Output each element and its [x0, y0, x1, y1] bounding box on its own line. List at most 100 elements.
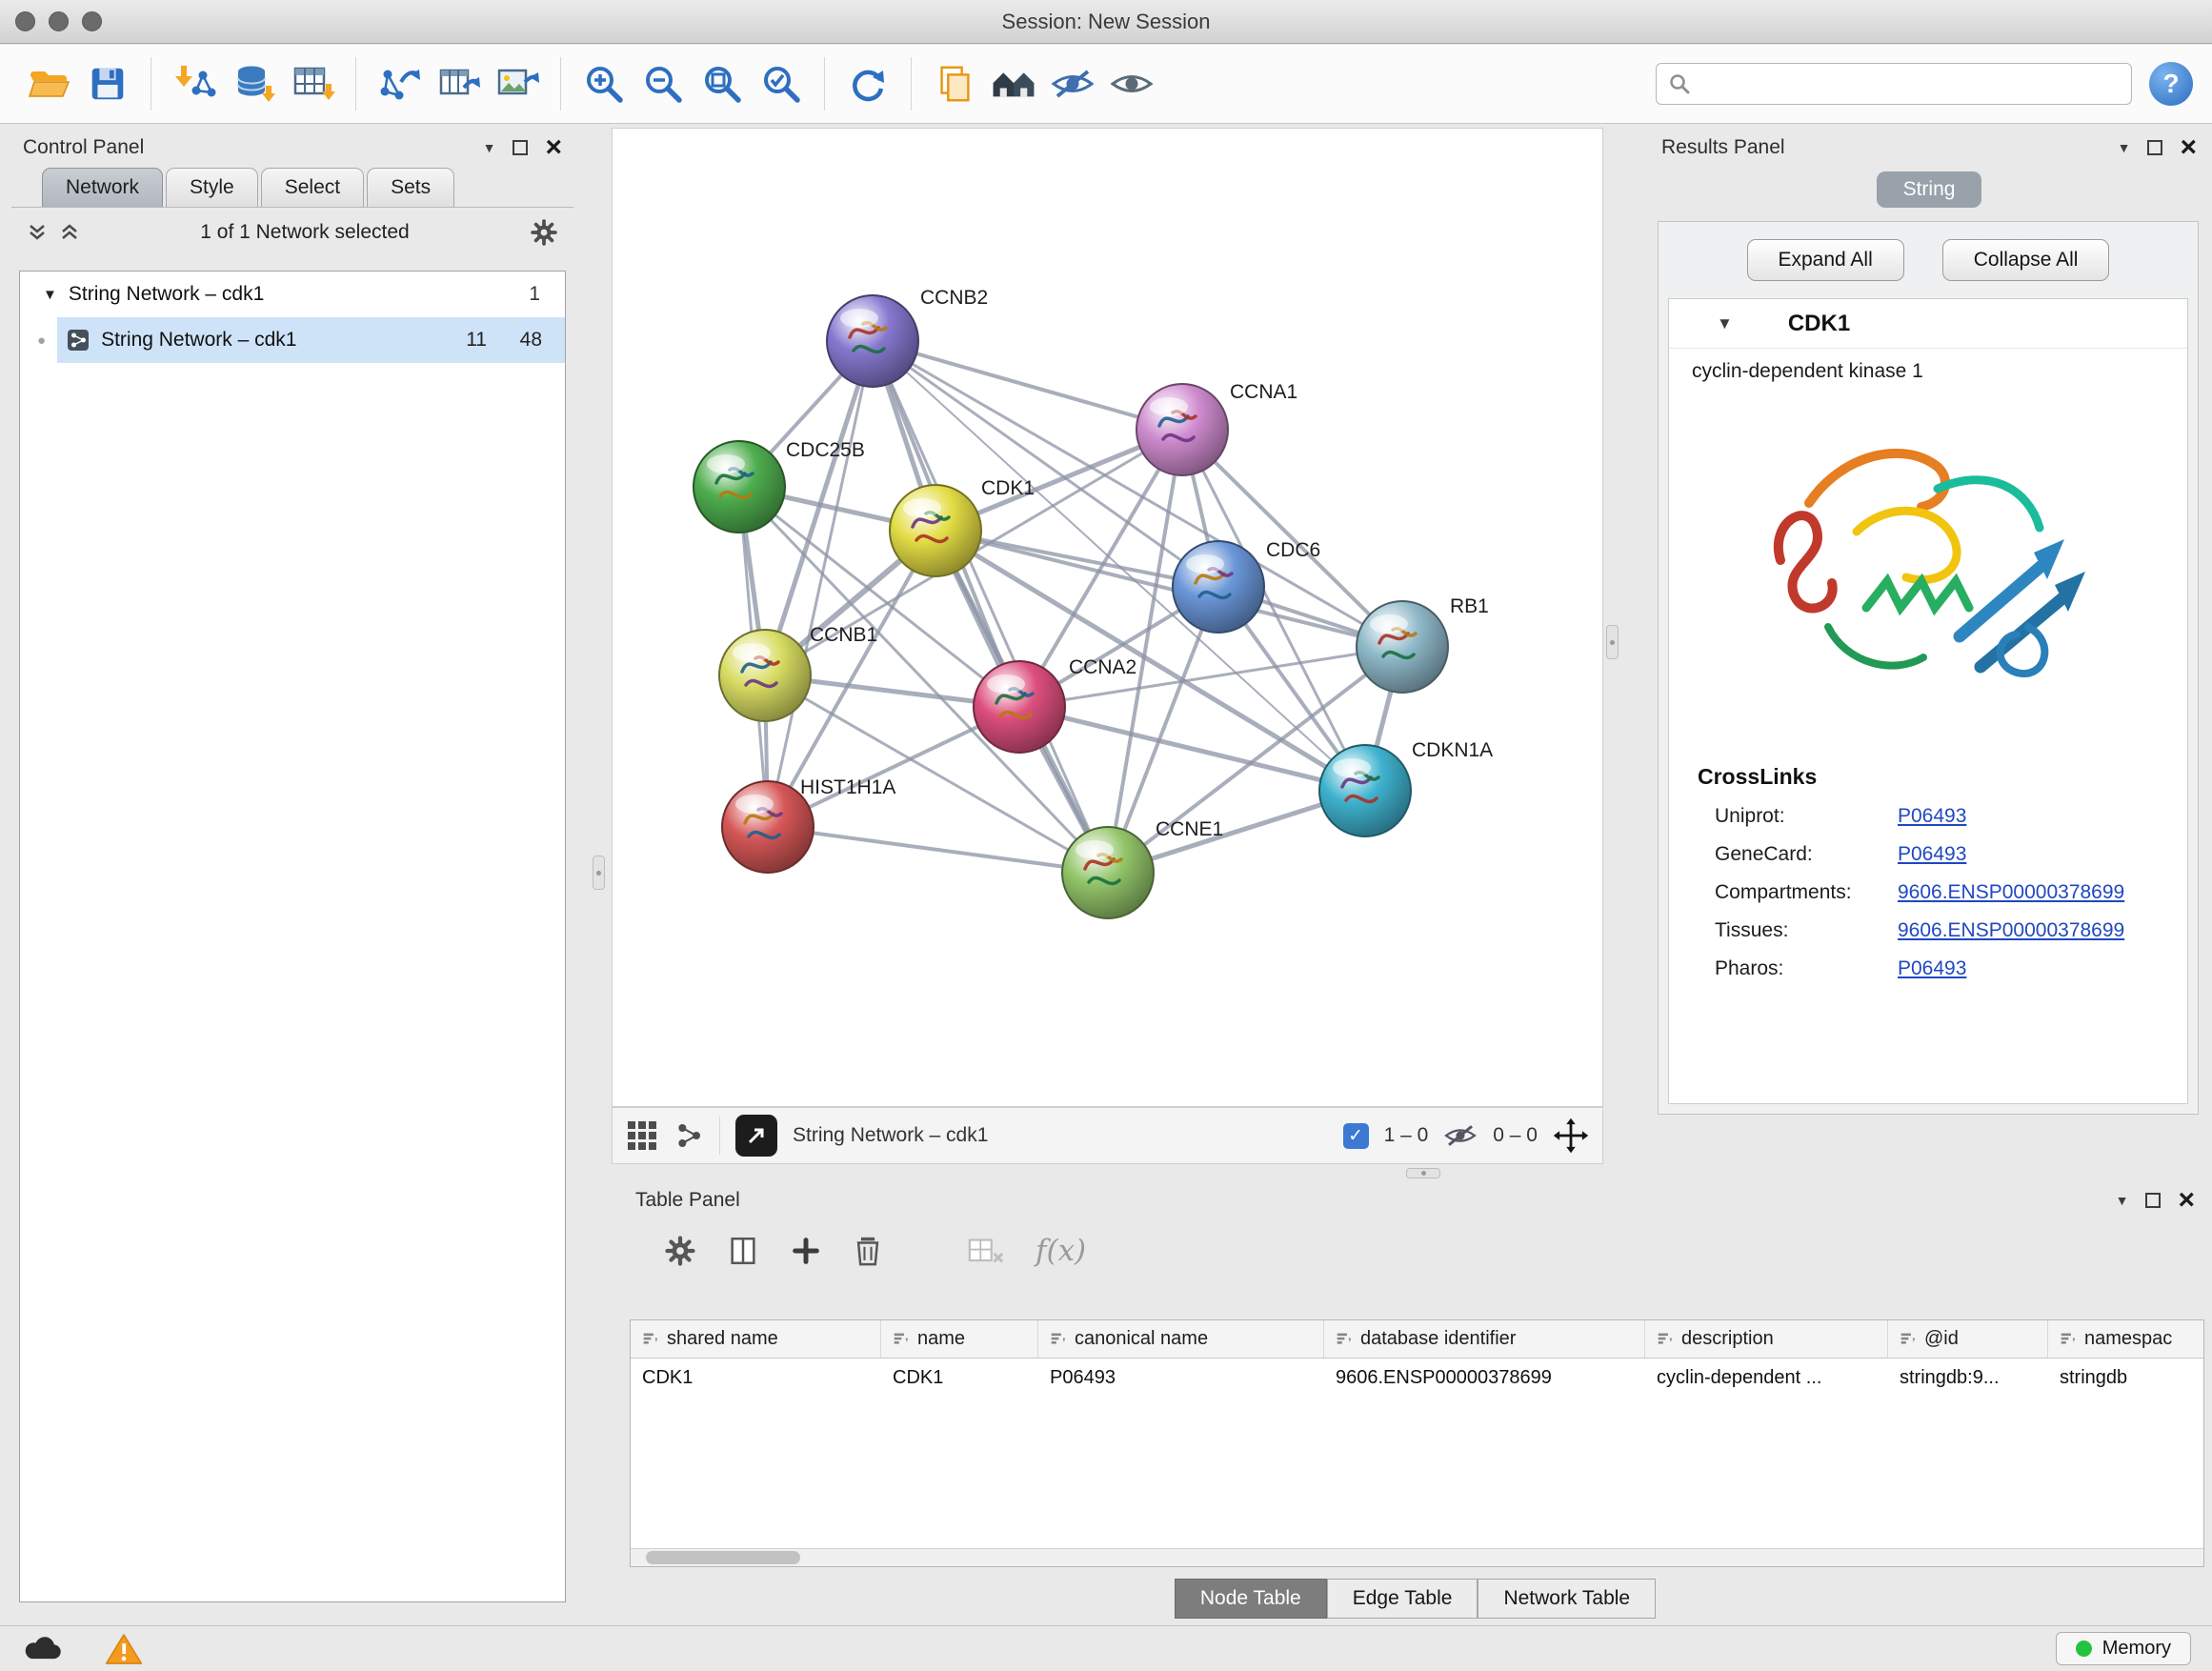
node-gloss-highlight [1150, 397, 1188, 416]
tab-string[interactable]: String [1877, 171, 1982, 208]
import-network-database-button[interactable] [224, 54, 283, 113]
table-panel-float-button[interactable] [2145, 1193, 2161, 1208]
splitter-handle[interactable] [1406, 1168, 1440, 1178]
column-header[interactable]: @id [1888, 1320, 2048, 1358]
table-panel-menu-button[interactable]: ▼ [2116, 1194, 2129, 1207]
search-input[interactable] [1700, 72, 2120, 96]
selected-network-highlight[interactable]: String Network – cdk1 11 48 [57, 317, 565, 363]
column-header[interactable]: namespac [2048, 1320, 2204, 1358]
import-network-file-button[interactable] [165, 54, 224, 113]
tab-select[interactable]: Select [261, 168, 364, 207]
collapse-all-button[interactable]: Collapse All [1942, 239, 2110, 281]
network-node-CDK1[interactable] [890, 485, 981, 576]
network-edge[interactable] [873, 341, 1108, 873]
gear-icon[interactable] [530, 218, 558, 247]
home-button[interactable] [984, 54, 1043, 113]
tissues-link[interactable]: 9606.ENSP00000378699 [1898, 919, 2124, 942]
control-panel-close-button[interactable]: × [545, 136, 562, 159]
network-row[interactable]: ● String Network – cdk1 11 48 [20, 317, 565, 363]
open-session-button[interactable] [19, 54, 78, 113]
collection-count: 1 [529, 283, 555, 306]
expand-all-button[interactable]: Expand All [1747, 239, 1904, 281]
network-node-RB1[interactable] [1357, 601, 1448, 693]
network-edge[interactable] [768, 341, 873, 827]
column-header[interactable]: canonical name [1038, 1320, 1324, 1358]
network-node-CDC25B[interactable] [694, 441, 785, 533]
function-builder-button[interactable]: f(x) [1036, 1234, 1086, 1268]
tab-network[interactable]: Network [42, 168, 163, 207]
window-minimize-button[interactable] [49, 11, 69, 31]
network-canvas[interactable]: CCNB2CCNA1CDC25BCDK1CDC6RB1CCNB1CCNA2CDK… [612, 128, 1603, 1107]
column-header[interactable]: description [1645, 1320, 1888, 1358]
scrollbar-thumb[interactable] [646, 1551, 800, 1564]
tab-node-table[interactable]: Node Table [1175, 1579, 1327, 1619]
grid-view-icon[interactable] [626, 1119, 658, 1152]
network-node-CCNA2[interactable] [974, 661, 1065, 753]
horizontal-scrollbar[interactable] [631, 1548, 2203, 1566]
export-table-button[interactable] [429, 54, 488, 113]
splitter-handle[interactable] [1606, 625, 1619, 659]
control-panel-float-button[interactable] [513, 140, 528, 155]
export-image-button[interactable] [488, 54, 547, 113]
add-column-icon[interactable] [790, 1235, 822, 1267]
hide-graphics-details-button[interactable] [1043, 54, 1102, 113]
apply-layout-button[interactable] [838, 54, 897, 113]
open-in-window-button[interactable] [735, 1115, 777, 1157]
splitter-handle[interactable] [593, 856, 605, 890]
results-panel-float-button[interactable] [2147, 140, 2162, 155]
tab-network-table[interactable]: Network Table [1478, 1579, 1656, 1619]
zoom-in-button[interactable] [574, 54, 633, 113]
network-node-CCNA1[interactable] [1136, 384, 1228, 475]
open-folder-icon [26, 61, 71, 107]
network-edge[interactable] [873, 341, 1182, 430]
network-node-CCNB2[interactable] [827, 295, 918, 387]
zoom-fit-button[interactable] [693, 54, 752, 113]
memory-button[interactable]: Memory [2056, 1632, 2191, 1665]
node-label: CDC6 [1266, 539, 1320, 561]
column-header[interactable]: database identifier [1324, 1320, 1645, 1358]
pan-crosshair-icon[interactable] [1553, 1117, 1589, 1154]
import-table-file-button[interactable] [283, 54, 342, 113]
column-header[interactable]: name [881, 1320, 1038, 1358]
table-row[interactable]: CDK1 CDK1 P06493 9606.ENSP00000378699 cy… [631, 1359, 2203, 1399]
table-panel-close-button[interactable]: × [2178, 1189, 2195, 1212]
network-edge[interactable] [768, 827, 1108, 873]
genecard-link[interactable]: P06493 [1898, 843, 1966, 866]
window-zoom-button[interactable] [82, 11, 102, 31]
tab-sets[interactable]: Sets [367, 168, 454, 207]
network-node-CCNE1[interactable] [1062, 827, 1154, 918]
show-graphics-details-button[interactable] [1102, 54, 1161, 113]
control-panel-menu-button[interactable]: ▼ [483, 141, 496, 154]
table-gear-icon[interactable] [664, 1235, 696, 1267]
results-panel-menu-button[interactable]: ▼ [2118, 141, 2131, 154]
save-session-button[interactable] [78, 54, 137, 113]
uniprot-link[interactable]: P06493 [1898, 805, 1966, 828]
network-node-CDC6[interactable] [1173, 541, 1264, 633]
window-close-button[interactable] [15, 11, 35, 31]
warning-icon[interactable] [105, 1632, 143, 1666]
show-columns-icon[interactable] [727, 1235, 759, 1267]
network-node-CDKN1A[interactable] [1319, 745, 1411, 836]
protein-collapse-icon[interactable]: ▼ [1717, 315, 1733, 332]
tab-style[interactable]: Style [166, 168, 258, 207]
help-button[interactable]: ? [2149, 62, 2193, 106]
column-header[interactable]: shared name [631, 1320, 881, 1358]
export-network-button[interactable] [370, 54, 429, 113]
network-edge[interactable] [935, 531, 1402, 647]
network-node-CCNB1[interactable] [719, 630, 811, 721]
expand-all-icon[interactable] [59, 222, 80, 243]
pharos-link[interactable]: P06493 [1898, 957, 1966, 980]
collapse-all-icon[interactable] [27, 222, 48, 243]
zoom-selected-button[interactable] [752, 54, 811, 113]
cloud-icon[interactable] [21, 1634, 63, 1664]
duplicate-document-button[interactable] [925, 54, 984, 113]
selected-indicator-checkbox[interactable]: ✓ [1343, 1123, 1369, 1149]
compartments-link[interactable]: 9606.ENSP00000378699 [1898, 881, 2124, 904]
zoom-out-button[interactable] [633, 54, 693, 113]
tab-edge-table[interactable]: Edge Table [1327, 1579, 1478, 1619]
network-overview-icon[interactable] [674, 1120, 704, 1151]
network-collection-row[interactable]: ▼ String Network – cdk1 1 [20, 272, 565, 317]
tree-caret-icon[interactable]: ▼ [43, 287, 57, 303]
delete-column-icon[interactable] [853, 1235, 883, 1267]
results-panel-close-button[interactable]: × [2180, 136, 2197, 159]
